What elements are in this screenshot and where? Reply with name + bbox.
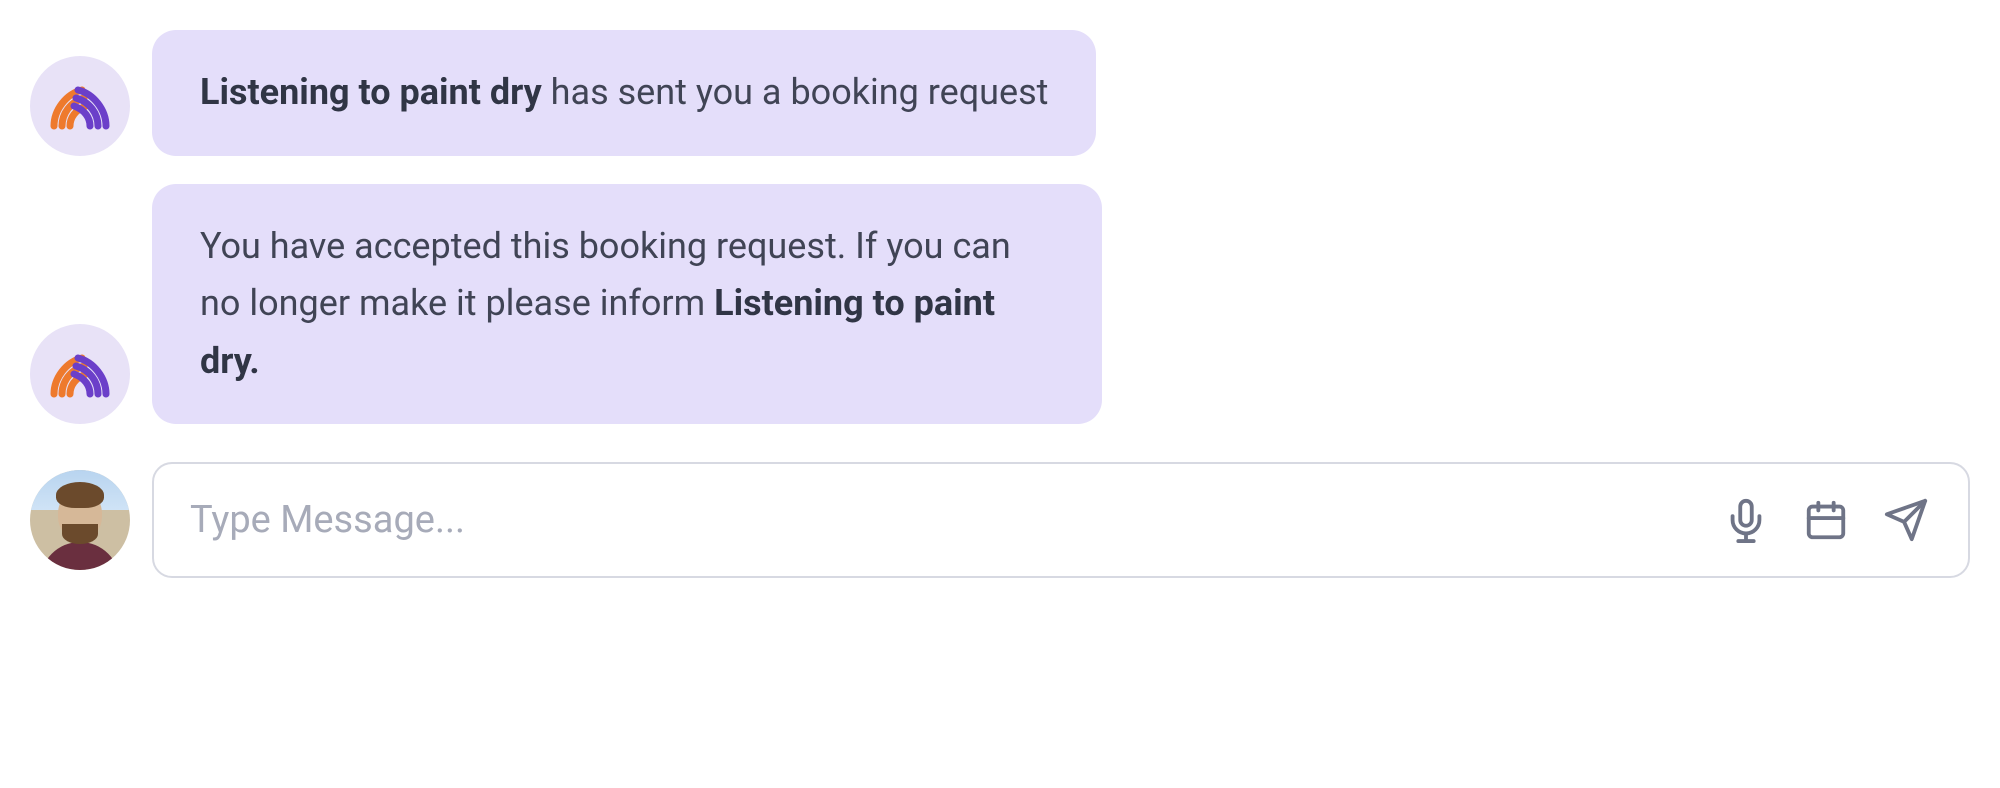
message-row: Listening to paint dry has sent you a bo…	[30, 30, 1970, 156]
message-text: has sent you a booking request	[542, 71, 1049, 113]
message-bubble: Listening to paint dry has sent you a bo…	[152, 30, 1096, 156]
message-bubble: You have accepted this booking request. …	[152, 184, 1102, 425]
chat-container: Listening to paint dry has sent you a bo…	[0, 0, 2000, 598]
message-input[interactable]	[190, 498, 1692, 542]
microphone-icon[interactable]	[1720, 494, 1772, 546]
message-bold-sender: Listening to paint dry	[200, 71, 542, 113]
send-icon[interactable]	[1880, 494, 1932, 546]
user-avatar[interactable]	[30, 470, 130, 570]
message-row: You have accepted this booking request. …	[30, 184, 1970, 425]
brand-logo-icon	[48, 348, 112, 400]
system-avatar	[30, 56, 130, 156]
message-input-container[interactable]	[152, 462, 1970, 578]
brand-logo-icon	[48, 80, 112, 132]
composer-row	[30, 462, 1970, 578]
system-avatar	[30, 324, 130, 424]
calendar-icon[interactable]	[1800, 494, 1852, 546]
